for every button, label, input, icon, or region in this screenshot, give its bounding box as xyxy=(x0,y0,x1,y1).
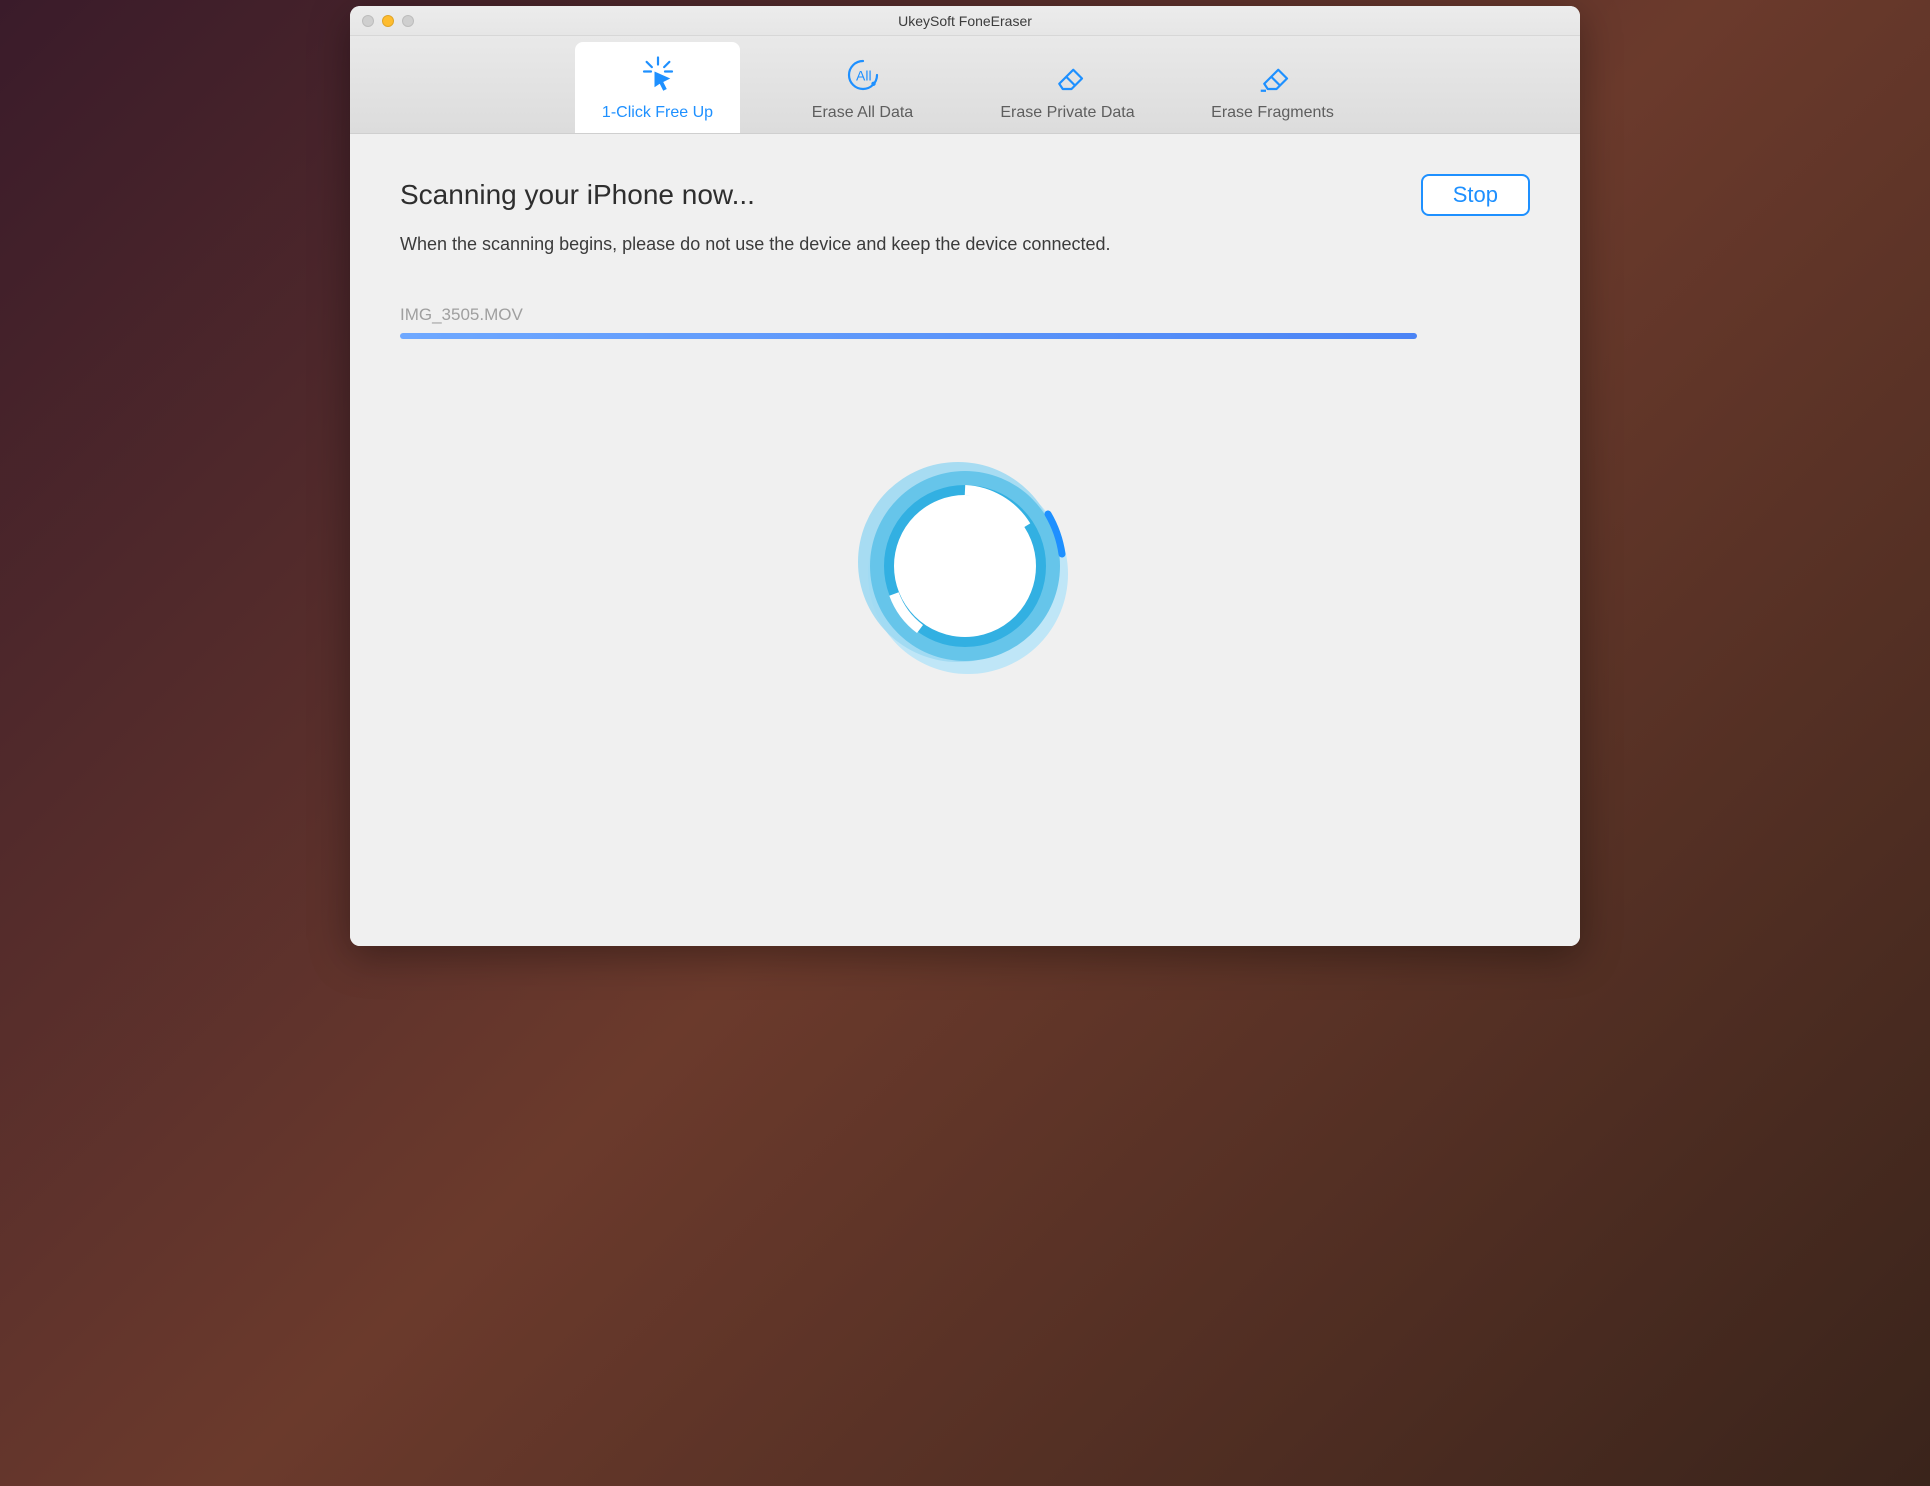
header-row: Scanning your iPhone now... Stop xyxy=(400,174,1530,216)
tab-label: Erase All Data xyxy=(812,104,913,122)
progress-bar xyxy=(400,333,1530,339)
eraser-fragments-icon xyxy=(1252,54,1294,96)
current-file-label: IMG_3505.MOV xyxy=(400,305,1530,325)
tab-erase-fragments[interactable]: Erase Fragments xyxy=(1190,42,1355,133)
scan-subtext: When the scanning begins, please do not … xyxy=(400,234,1530,255)
eraser-icon xyxy=(1047,54,1089,96)
progress-fill xyxy=(400,333,1417,339)
tab-label: Erase Private Data xyxy=(1000,104,1134,122)
tab-label: 1-Click Free Up xyxy=(602,104,713,122)
main-area: Scanning your iPhone now... Stop When th… xyxy=(350,134,1580,946)
tab-1-click-free-up[interactable]: 1-Click Free Up xyxy=(575,42,740,133)
svg-text:All: All xyxy=(856,67,872,83)
window-title: UkeySoft FoneEraser xyxy=(350,13,1580,29)
app-window: UkeySoft FoneEraser 1-Click Free Up A xyxy=(350,6,1580,946)
tab-bar: 1-Click Free Up All Erase All Data Erase… xyxy=(350,36,1580,134)
cursor-click-icon xyxy=(637,54,679,96)
spinner-container xyxy=(350,454,1580,684)
tab-erase-all-data[interactable]: All Erase All Data xyxy=(780,42,945,133)
stop-button[interactable]: Stop xyxy=(1421,174,1530,216)
tab-label: Erase Fragments xyxy=(1211,104,1334,122)
loading-spinner-icon xyxy=(850,454,1080,684)
title-bar: UkeySoft FoneEraser xyxy=(350,6,1580,36)
tab-erase-private-data[interactable]: Erase Private Data xyxy=(985,42,1150,133)
erase-all-icon: All xyxy=(842,54,884,96)
page-title: Scanning your iPhone now... xyxy=(400,179,755,211)
